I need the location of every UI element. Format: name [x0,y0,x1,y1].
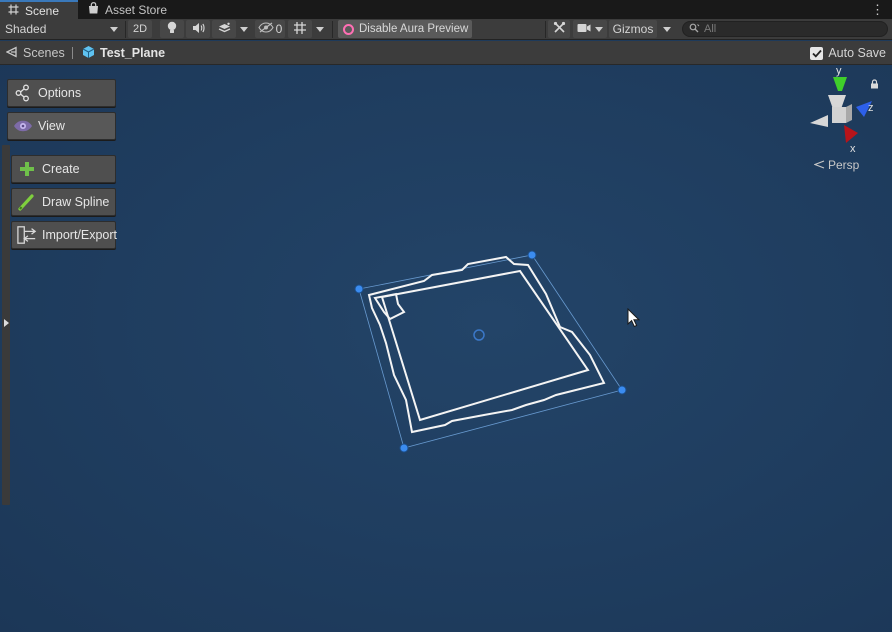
unity-logo-icon [5,45,18,61]
camera-icon [577,22,591,36]
gizmo-z-label: z [868,102,874,114]
audio-toggle[interactable] [186,20,210,38]
disable-aura-preview-button[interactable]: Disable Aura Preview [338,20,472,38]
gizmo-y-label: y [836,65,842,77]
speaker-icon [192,22,205,37]
gizmos-label: Gizmos [612,22,654,36]
hidden-objects-count: 0 [275,22,283,36]
tab-scene[interactable]: Scene [0,0,78,19]
toolbar-divider [332,21,333,38]
effects-toggle[interactable] [212,20,236,38]
grid-dropdown[interactable] [313,20,327,38]
toolbar-divider [125,21,126,38]
gizmo-x-cone[interactable] [844,125,858,143]
projection-toggle[interactable]: Persp [813,158,860,172]
scene-visibility-toggle[interactable]: 0 [255,20,285,38]
tab-scene-label: Scene [25,3,60,18]
corner-handle[interactable] [527,250,537,260]
eye-slash-icon [258,22,274,36]
chevron-down-icon [316,26,324,32]
mouse-cursor-icon [627,307,641,331]
breadcrumb-scenes-label: Scenes [23,46,65,60]
effects-dropdown[interactable] [237,20,251,38]
toolbar-divider [545,21,546,38]
test-plane-object[interactable] [354,250,627,453]
shading-mode-dropdown[interactable]: Shaded [0,20,124,38]
search-input[interactable] [704,23,884,35]
breadcrumb-scene[interactable]: Test_Plane [82,44,165,62]
lightbulb-icon [166,21,178,37]
camera-settings-dropdown[interactable] [573,20,607,38]
gizmo-neg-y-cone[interactable] [828,95,846,109]
grid-toggle[interactable] [288,20,312,38]
corner-handle[interactable] [354,284,364,294]
auto-save-toggle[interactable]: Auto Save [810,44,886,62]
grid-icon [293,21,307,38]
chevron-down-icon [240,26,248,32]
tab-asset-store-label: Asset Store [105,2,168,17]
tools-button[interactable] [548,20,570,38]
breadcrumb-separator [72,47,73,59]
shopping-bag-icon [88,2,99,17]
perspective-icon [813,158,825,172]
auto-save-label: Auto Save [828,46,886,60]
chevron-down-icon [110,26,118,32]
auto-save-checkbox[interactable] [810,46,824,60]
projection-label: Persp [828,158,860,172]
gizmo-axes [810,77,872,143]
breadcrumb-scenes[interactable]: Scenes [5,44,65,62]
gizmo-y-cone[interactable] [833,77,847,91]
plane-border-outline [367,255,606,434]
aura-ring-icon [343,23,354,35]
gizmo-neg-x-cone[interactable] [810,115,828,127]
lock-icon[interactable] [870,78,879,92]
hash-grid-icon [8,4,19,18]
cube-icon [82,45,95,62]
gizmo-x-label: x [850,143,856,155]
pivot-handle[interactable] [473,329,485,341]
search-icon [689,22,700,36]
mode-2d-label: 2D [132,23,148,35]
corner-handle[interactable] [617,385,627,395]
aura-button-label: Disable Aura Preview [359,23,469,35]
layers-effects-icon [218,22,231,37]
tab-asset-store[interactable]: Asset Store [80,0,176,19]
kebab-menu-icon[interactable]: ⋮ [871,2,884,18]
window-tab-bar: Scene Asset Store ⋮ [0,0,892,19]
scene-viewport[interactable]: Options View Create Draw Spline Import/E… [0,65,892,632]
gizmo-cube-side [846,104,852,123]
lighting-toggle[interactable] [160,20,184,38]
mode-2d-toggle[interactable]: 2D [128,20,152,38]
scene-canvas [354,250,627,453]
chevron-down-icon [663,26,671,32]
scene-search-field[interactable] [682,21,888,37]
chevron-down-icon [595,26,603,32]
wrench-cross-icon [553,21,566,37]
gizmos-toggle[interactable]: Gizmos [609,20,657,38]
gizmos-dropdown[interactable] [659,20,675,38]
corner-handle[interactable] [399,443,409,453]
breadcrumb: Scenes Test_Plane Auto Save [0,41,892,65]
shading-mode-value: Shaded [5,22,47,36]
gizmo-center-cube[interactable] [832,107,846,123]
breadcrumb-scene-label: Test_Plane [100,46,166,60]
scene-toolbar: Shaded 2D 0 Disable Aura Preview Gizmos … [0,19,892,40]
